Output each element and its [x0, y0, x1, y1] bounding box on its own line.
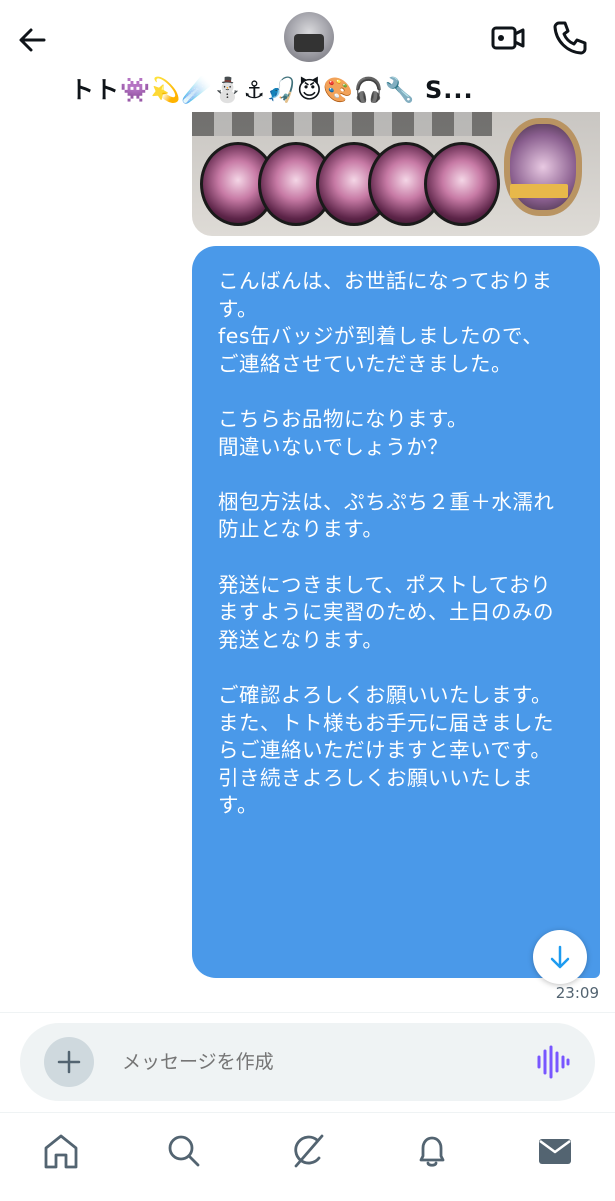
nav-grok[interactable]: [288, 1131, 328, 1171]
nav-home[interactable]: [41, 1131, 81, 1171]
voice-message-button[interactable]: [535, 1045, 571, 1079]
arrow-left-icon: [19, 28, 46, 52]
grok-icon: [294, 1134, 324, 1168]
arrow-down-icon: [550, 945, 570, 969]
video-camera-icon: [491, 26, 525, 50]
sent-message-bubble[interactable]: こんばんは、お世話になっております。 fes缶バッジが到着しましたので、ご連絡さ…: [192, 246, 600, 978]
add-media-button[interactable]: [44, 1037, 94, 1087]
message-timestamp: 23:09: [555, 984, 599, 1002]
video-call-button[interactable]: [490, 20, 526, 56]
nav-notifications[interactable]: [412, 1131, 452, 1171]
composer: [20, 1023, 595, 1101]
avatar[interactable]: [284, 12, 334, 62]
nav-search[interactable]: [164, 1131, 204, 1171]
message-input[interactable]: [122, 1041, 502, 1083]
search-icon: [168, 1135, 200, 1167]
phone-icon: [553, 21, 587, 55]
message-text: こんばんは、お世話になっております。 fes缶バッジが到着しましたので、ご連絡さ…: [218, 269, 555, 818]
image-message[interactable]: [192, 112, 600, 236]
plus-icon: [57, 1050, 81, 1074]
notifications-icon: [419, 1136, 445, 1167]
chat-title[interactable]: トト👾💫☄️⛄⚓🎣😈🎨🎧🔧 S...: [70, 72, 550, 108]
bottom-navigation: [0, 1112, 615, 1201]
nav-messages[interactable]: [535, 1131, 575, 1171]
messages-icon: [539, 1139, 571, 1164]
phone-call-button[interactable]: [551, 18, 589, 56]
back-button[interactable]: [14, 22, 50, 58]
chat-header: トト👾💫☄️⛄⚓🎣😈🎨🎧🔧 S...: [0, 0, 615, 112]
scroll-to-bottom-button[interactable]: [533, 930, 587, 984]
composer-area: [0, 1012, 615, 1113]
home-icon: [44, 1134, 78, 1169]
voice-waveform-icon: [537, 1045, 570, 1079]
